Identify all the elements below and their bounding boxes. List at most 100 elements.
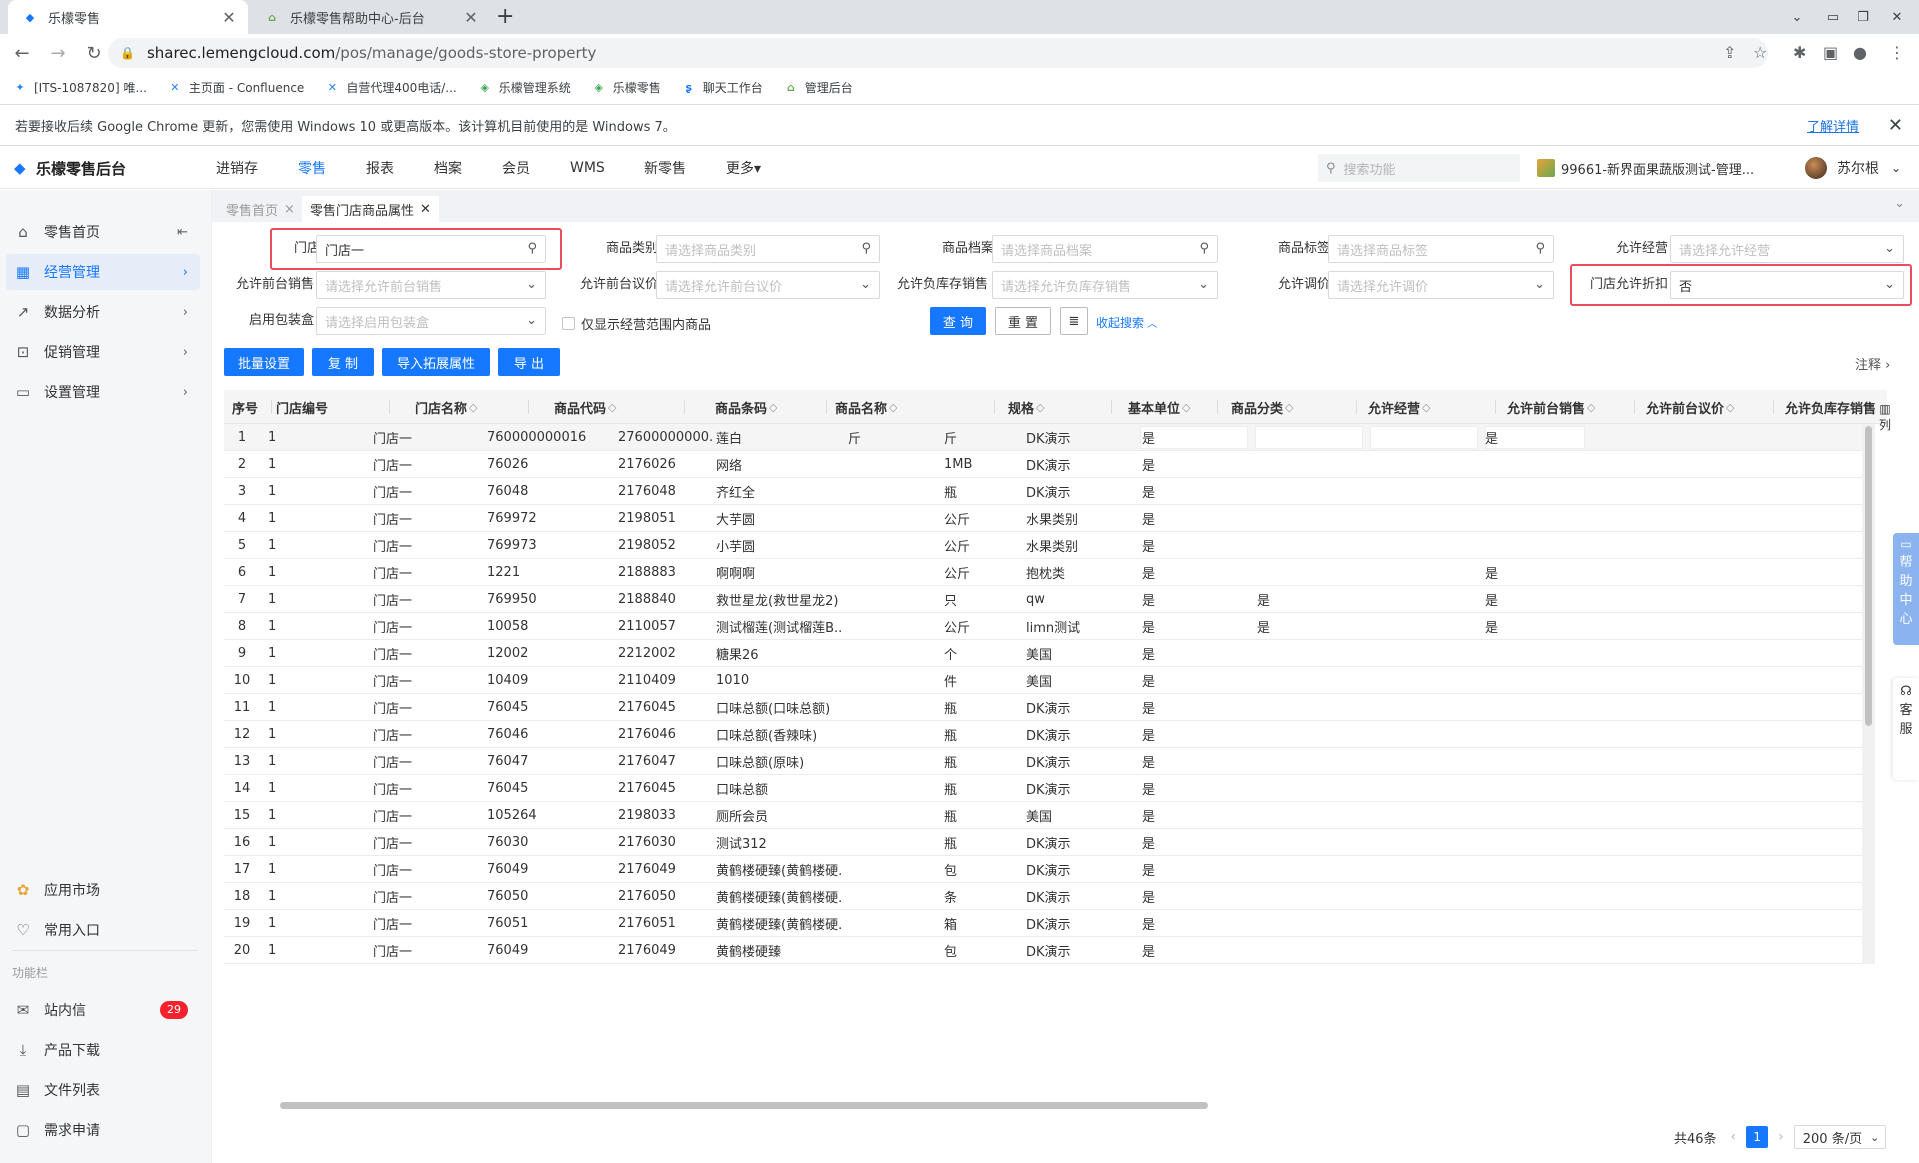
col-header-allow-biz[interactable]: 允许经营 ◇ bbox=[1368, 390, 1496, 424]
browser-tab-help[interactable]: ⌂ 乐檬零售帮助中心-后台 ✕ bbox=[250, 0, 490, 34]
browser-tab-lemeng[interactable]: ◆ 乐檬零售 ✕ bbox=[8, 0, 248, 34]
learn-more-link[interactable]: 了解详情 bbox=[1807, 116, 1859, 135]
col-header-unit[interactable]: 基本单位 ◇ bbox=[1128, 390, 1218, 424]
export-button[interactable]: 导 出 bbox=[498, 348, 560, 376]
page-size-select[interactable]: 200 条/页 ⌄ bbox=[1793, 1125, 1887, 1149]
restore-icon[interactable]: ❐ bbox=[1850, 0, 1876, 34]
user-menu[interactable]: 苏尔根 ⌄ bbox=[1805, 147, 1901, 189]
back-icon[interactable]: ← bbox=[8, 43, 36, 64]
bookmark-item[interactable]: ʂ 聊天工作台 bbox=[681, 79, 762, 96]
scroll-thumb[interactable] bbox=[1865, 426, 1872, 726]
collapse-sidebar-icon[interactable]: ⇤ bbox=[177, 225, 188, 240]
nav-retail[interactable]: 零售 bbox=[298, 147, 326, 189]
copy-button[interactable]: 复 制 bbox=[312, 348, 374, 376]
sort-icon[interactable]: ◇ bbox=[608, 401, 616, 414]
sidebar-item-settings[interactable]: ▭ 设置管理 › bbox=[6, 374, 200, 410]
sort-icon[interactable]: ◇ bbox=[1036, 401, 1044, 414]
table-row[interactable]: 8 1 门店一 10058 2110057 测试榴莲(测试榴莲B... 公斤 limn测试 是 是… bbox=[224, 613, 1874, 640]
sidebar-item-files[interactable]: ▤ 文件列表 bbox=[6, 1072, 200, 1108]
col-header-goods-name[interactable]: 商品名称 ◇ bbox=[835, 390, 995, 424]
bookmark-item[interactable]: ✕ 主页面 - Confluence bbox=[167, 79, 304, 96]
nav-new-retail[interactable]: 新零售 bbox=[644, 147, 686, 189]
col-header-barcode[interactable]: 商品条码 ◇ bbox=[715, 390, 827, 424]
close-tab-icon[interactable]: ✕ bbox=[462, 8, 480, 27]
table-row[interactable]: 3 1 门店一 76048 2176048 齐红全 瓶 DK演示 是 bbox=[224, 478, 1874, 505]
close-tab-icon[interactable]: ✕ bbox=[220, 8, 238, 27]
sort-icon[interactable]: ◇ bbox=[1182, 401, 1190, 414]
next-page-button[interactable]: › bbox=[1778, 1129, 1784, 1145]
share-icon[interactable]: ⇪ bbox=[1723, 43, 1736, 62]
reload-icon[interactable]: ↻ bbox=[80, 43, 108, 64]
search-icon[interactable]: ⚲ bbox=[1199, 241, 1209, 256]
table-row[interactable]: 10 1 门店一 10409 2110409 1010 件 美国 是 bbox=[224, 667, 1874, 694]
allow-biz-select[interactable]: 请选择允许经营 ⌄ bbox=[1670, 235, 1904, 263]
col-header-spec[interactable]: 规格 ◇ bbox=[1008, 390, 1112, 424]
col-header-front-sale[interactable]: 允许前台销售 ◇ bbox=[1507, 390, 1635, 424]
batch-set-button[interactable]: 批量设置 bbox=[224, 348, 304, 376]
bookmark-item[interactable]: ⌂ 管理后台 bbox=[783, 79, 853, 96]
sort-icon[interactable]: ◇ bbox=[469, 401, 477, 414]
profile-icon[interactable]: ● bbox=[1853, 43, 1867, 62]
vertical-scrollbar[interactable] bbox=[1862, 424, 1875, 964]
table-row[interactable]: 17 1 门店一 76049 2176049 黄鹤楼硬臻(黄鹤楼硬... 包 DK演示 是 bbox=[224, 856, 1874, 883]
pack-select[interactable]: 请选择启用包装盒 ⌄ bbox=[316, 307, 546, 335]
bookmark-item[interactable]: ◈ 乐檬零售 bbox=[591, 79, 661, 96]
sort-icon[interactable]: ◇ bbox=[1422, 401, 1430, 414]
horizontal-scrollbar[interactable] bbox=[224, 1100, 1874, 1110]
nav-member[interactable]: 会员 bbox=[502, 147, 530, 189]
sidebar-item-request[interactable]: ▢ 需求申请 bbox=[6, 1112, 200, 1148]
sort-icon[interactable]: ◇ bbox=[1726, 401, 1734, 414]
sidepanel-icon[interactable]: ▣ bbox=[1823, 43, 1838, 62]
forward-icon[interactable]: → bbox=[44, 43, 72, 64]
import-ext-button[interactable]: 导入拓展属性 bbox=[382, 348, 490, 376]
table-row[interactable]: 16 1 门店一 76030 2176030 测试312 瓶 DK演示 是 bbox=[224, 829, 1874, 856]
store-selector[interactable]: 99661-新界面果蔬版测试-管理... bbox=[1537, 147, 1754, 189]
new-tab-button[interactable]: + bbox=[496, 4, 514, 29]
archive-input[interactable]: 请选择商品档案 ⚲ bbox=[992, 235, 1218, 263]
col-header-category[interactable]: 商品分类 ◇ bbox=[1231, 390, 1357, 424]
table-row[interactable]: 18 1 门店一 76050 2176050 黄鹤楼硬臻(黄鹤楼硬... 条 DK演示 是 bbox=[224, 883, 1874, 910]
sidebar-item-download[interactable]: ⤓ 产品下载 bbox=[6, 1032, 200, 1068]
sidebar-item-app-market[interactable]: ✿ 应用市场 bbox=[6, 872, 200, 908]
close-icon[interactable]: ✕ bbox=[1888, 115, 1903, 136]
help-center-button[interactable]: ▭ 帮 助 中 心 bbox=[1893, 533, 1919, 645]
table-row[interactable]: 2 1 门店一 76026 2176026 网络 1MB DK演示 是 bbox=[224, 451, 1874, 478]
scope-checkbox[interactable]: 仅显示经营范围内商品 bbox=[562, 314, 711, 333]
bookmark-item[interactable]: ✦ [ITS-1087820] 唯... bbox=[12, 79, 147, 96]
neg-stock-select[interactable]: 请选择允许负库存销售 ⌄ bbox=[992, 271, 1218, 299]
url-input[interactable]: 🔒 sharec.lemengcloud.com/pos/manage/good… bbox=[108, 38, 1768, 68]
tab-retail-home[interactable]: 零售首页 × bbox=[218, 196, 303, 222]
table-row[interactable]: 7 1 门店一 769950 2188840 救世星龙(救世星龙2) 只 qw 是 是 是 bbox=[224, 586, 1874, 613]
extensions-icon[interactable]: ✱ bbox=[1793, 43, 1806, 62]
tag-input[interactable]: 请选择商品标签 ⚲ bbox=[1328, 235, 1554, 263]
col-header-store-name[interactable]: 门店名称 ◇ bbox=[415, 390, 529, 424]
search-icon[interactable]: ⚲ bbox=[1535, 241, 1545, 256]
tab-store-goods-property[interactable]: 零售门店商品属性 ✕ bbox=[302, 196, 439, 222]
nav-wms[interactable]: WMS bbox=[570, 147, 605, 189]
app-logo[interactable]: ◆ 乐檬零售后台 bbox=[14, 147, 126, 189]
scroll-thumb[interactable] bbox=[280, 1102, 1208, 1109]
table-row[interactable]: 5 1 门店一 769973 2198052 小芋圆 公斤 水果类别 是 bbox=[224, 532, 1874, 559]
table-row[interactable]: 19 1 门店一 76051 2176051 黄鹤楼硬臻(黄鹤楼硬... 箱 DK演示 是 bbox=[224, 910, 1874, 937]
table-row[interactable]: 15 1 门店一 105264 2198033 厕所会员 瓶 美国 是 bbox=[224, 802, 1874, 829]
nav-more[interactable]: 更多▾ bbox=[726, 147, 761, 189]
bookmark-item[interactable]: ◈ 乐檬管理系统 bbox=[477, 79, 570, 96]
note-toggle[interactable]: 注释 › bbox=[1855, 354, 1890, 373]
chevron-down-icon[interactable]: ⌄ bbox=[1894, 196, 1905, 211]
col-header-front-price[interactable]: 允许前台议价 ◇ bbox=[1646, 390, 1774, 424]
column-settings[interactable]: ▥ 列 bbox=[1876, 390, 1894, 433]
col-header-store-no[interactable]: 门店编号 bbox=[276, 390, 390, 424]
sort-icon[interactable]: ◇ bbox=[769, 401, 777, 414]
col-header-goods-code[interactable]: 商品代码 ◇ bbox=[554, 390, 685, 424]
sidebar-item-business[interactable]: ▦ 经营管理 › bbox=[6, 254, 200, 290]
menu-kebab-icon[interactable]: ⋮ bbox=[1889, 43, 1905, 62]
function-search-input[interactable]: ⚲ 搜索功能 bbox=[1318, 154, 1520, 182]
category-input[interactable]: 请选择商品类别 ⚲ bbox=[656, 235, 880, 263]
table-row[interactable]: 12 1 门店一 76046 2176046 口味总额(香辣味) 瓶 DK演示 是 bbox=[224, 721, 1874, 748]
nav-inventory[interactable]: 进销存 bbox=[216, 147, 258, 189]
page-1-button[interactable]: 1 bbox=[1746, 1126, 1769, 1148]
search-icon[interactable]: ⚲ bbox=[861, 241, 871, 256]
sidebar-item-messages[interactable]: ✉ 站内信 29 bbox=[6, 992, 200, 1028]
front-sale-select[interactable]: 请选择允许前台销售 ⌄ bbox=[316, 271, 546, 299]
close-icon[interactable]: ✕ bbox=[420, 202, 431, 217]
